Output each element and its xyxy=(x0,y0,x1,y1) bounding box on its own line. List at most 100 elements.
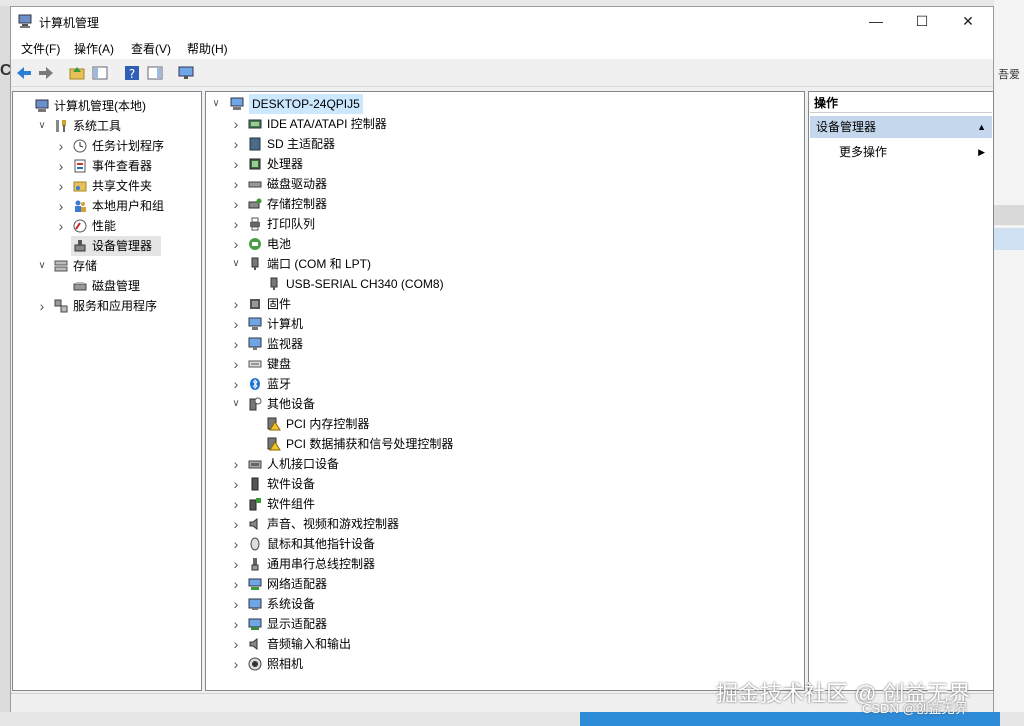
event-viewer-icon xyxy=(74,159,86,173)
menu-help[interactable]: 帮助(H) xyxy=(187,40,228,57)
device-item-row[interactable]: › 键盘 xyxy=(230,354,291,374)
tree-item-row[interactable]: › 共享文件夹 xyxy=(55,176,152,196)
minimize-button[interactable]: — xyxy=(853,7,899,35)
chevron-down-icon[interactable]: ∨ xyxy=(210,94,222,114)
chevron-right-icon[interactable]: › xyxy=(55,216,67,236)
collapse-triangle-icon[interactable]: ▲ xyxy=(977,116,986,138)
device-item-row[interactable]: › 系统设备 xyxy=(230,594,315,614)
chevron-right-icon[interactable]: › xyxy=(230,114,242,134)
tree-item-row[interactable]: › 性能 xyxy=(55,216,116,236)
chevron-right-icon[interactable]: › xyxy=(230,454,242,474)
back-arrow-icon[interactable] xyxy=(15,64,33,82)
device-item-row[interactable]: › 软件组件 xyxy=(230,494,315,514)
device-tree-pane[interactable]: ∨ DESKTOP-24QPIJ5 › IDE ATA/ATAPI 控制器 › SD … xyxy=(205,91,805,691)
device-item-row[interactable]: › SD 主适配器 xyxy=(230,134,335,154)
tree-item-row[interactable]: ∨ 存储 xyxy=(36,256,97,276)
device-item-row[interactable]: USB-SERIAL CH340 (COM8) xyxy=(249,274,444,294)
menu-file[interactable]: 文件(F) xyxy=(21,40,60,57)
chevron-right-icon[interactable]: › xyxy=(55,136,67,156)
device-item-row[interactable]: › 处理器 xyxy=(230,154,303,174)
chevron-right-icon[interactable]: › xyxy=(230,474,242,494)
menu-view[interactable]: 查看(V) xyxy=(131,40,171,57)
chevron-right-icon[interactable]: › xyxy=(230,574,242,594)
chevron-right-icon[interactable]: › xyxy=(230,374,242,394)
chevron-right-icon[interactable]: › xyxy=(230,614,242,634)
chevron-down-icon[interactable]: ∨ xyxy=(230,254,242,274)
device-item-row[interactable]: ∨ 端口 (COM 和 LPT) xyxy=(230,254,371,274)
close-button[interactable]: ✕ xyxy=(945,7,991,35)
chevron-right-icon[interactable]: › xyxy=(230,154,242,174)
chevron-right-icon[interactable]: › xyxy=(230,334,242,354)
chevron-right-icon[interactable]: › xyxy=(230,194,242,214)
tree-item-row[interactable]: 设备管理器 xyxy=(71,236,161,256)
chevron-right-icon[interactable]: › xyxy=(230,294,242,314)
chevron-right-icon[interactable]: › xyxy=(230,514,242,534)
device-root-label: DESKTOP-24QPIJ5 xyxy=(249,94,363,114)
printer-icon xyxy=(250,217,260,231)
device-item-row[interactable]: › 网络适配器 xyxy=(230,574,327,594)
device-item-row[interactable]: › 音频输入和输出 xyxy=(230,634,351,654)
title-bar[interactable]: 计算机管理 — ☐ ✕ xyxy=(11,7,993,35)
device-root-row[interactable]: ∨ DESKTOP-24QPIJ5 xyxy=(210,94,510,114)
device-item-row[interactable]: › 人机接口设备 xyxy=(230,454,339,474)
chevron-right-icon[interactable]: › xyxy=(230,174,242,194)
show-action-pane-icon[interactable] xyxy=(146,64,164,82)
chevron-right-icon[interactable]: › xyxy=(230,214,242,234)
tree-item-row[interactable]: › 服务和应用程序 xyxy=(36,296,157,316)
chevron-right-icon[interactable]: › xyxy=(230,134,242,154)
device-item-row[interactable]: › 计算机 xyxy=(230,314,303,334)
chevron-right-icon[interactable]: › xyxy=(55,196,67,216)
more-actions-item[interactable]: 更多操作 ▶ xyxy=(839,142,989,162)
chevron-down-icon[interactable]: ∨ xyxy=(36,256,48,276)
device-item-row[interactable]: PCI 内存控制器 xyxy=(249,414,369,434)
show-hide-console-tree-icon[interactable] xyxy=(91,64,109,82)
chevron-right-icon[interactable]: › xyxy=(36,296,48,316)
console-tree-pane[interactable]: 计算机管理(本地) ∨ 系统工具 › 任务计划程序 › 事件查看器 › 共享文件夹 › 本地用户和组… xyxy=(12,91,202,691)
tree-item-row[interactable]: 磁盘管理 xyxy=(55,276,140,296)
chevron-right-icon[interactable]: › xyxy=(230,314,242,334)
device-item-row[interactable]: › 软件设备 xyxy=(230,474,315,494)
device-item-row[interactable]: › 照相机 xyxy=(230,654,303,674)
chevron-right-icon[interactable]: › xyxy=(230,634,242,654)
menu-action[interactable]: 操作(A) xyxy=(74,40,114,57)
device-item-row[interactable]: › 存储控制器 xyxy=(230,194,327,214)
help-icon[interactable]: ? xyxy=(123,64,141,82)
device-item-row[interactable]: › 监视器 xyxy=(230,334,303,354)
forward-arrow-icon[interactable] xyxy=(37,64,55,82)
actions-section-device-manager[interactable]: 设备管理器 ▲ xyxy=(810,116,992,138)
maximize-button[interactable]: ☐ xyxy=(899,7,945,35)
device-item-label: 系统设备 xyxy=(267,597,316,611)
chevron-right-icon[interactable]: › xyxy=(55,156,67,176)
device-item-row[interactable]: › 固件 xyxy=(230,294,291,314)
up-folder-icon[interactable] xyxy=(68,64,86,82)
device-item-row[interactable]: PCI 数据捕获和信号处理控制器 xyxy=(249,434,453,454)
chevron-right-icon[interactable]: › xyxy=(230,234,242,254)
device-item-row[interactable]: › 磁盘驱动器 xyxy=(230,174,327,194)
device-item-label: 端口 (COM 和 LPT) xyxy=(267,257,371,271)
tree-item-row[interactable]: › 事件查看器 xyxy=(55,156,152,176)
chevron-right-icon[interactable]: › xyxy=(230,354,242,374)
device-item-row[interactable]: › 鼠标和其他指针设备 xyxy=(230,534,375,554)
device-item-row[interactable]: › 电池 xyxy=(230,234,291,254)
tree-item-row[interactable]: 计算机管理(本地) xyxy=(17,96,146,116)
device-item-row[interactable]: › 蓝牙 xyxy=(230,374,291,394)
monitor-icon[interactable] xyxy=(177,64,195,82)
chevron-down-icon[interactable]: ∨ xyxy=(230,394,242,414)
device-item-row[interactable]: › 通用串行总线控制器 xyxy=(230,554,375,574)
tree-item-row[interactable]: › 任务计划程序 xyxy=(55,136,164,156)
chevron-right-icon[interactable]: › xyxy=(55,176,67,196)
chevron-right-icon[interactable]: › xyxy=(230,654,242,674)
chevron-right-icon[interactable]: › xyxy=(230,494,242,514)
tree-item-row[interactable]: › 本地用户和组 xyxy=(55,196,164,216)
device-item-row[interactable]: › IDE ATA/ATAPI 控制器 xyxy=(230,114,387,134)
device-item-row[interactable]: › 打印队列 xyxy=(230,214,315,234)
tree-item-row[interactable]: ∨ 系统工具 xyxy=(36,116,121,136)
chevron-right-icon[interactable]: › xyxy=(230,594,242,614)
device-item-row[interactable]: › 声音、视频和游戏控制器 xyxy=(230,514,399,534)
chevron-right-icon[interactable]: › xyxy=(230,534,242,554)
chevron-down-icon[interactable]: ∨ xyxy=(36,116,48,136)
device-item-row[interactable]: ∨ 其他设备 xyxy=(230,394,315,414)
device-item-row[interactable]: › 显示适配器 xyxy=(230,614,327,634)
chevron-right-icon[interactable]: › xyxy=(230,554,242,574)
tree-item-label: 性能 xyxy=(92,219,117,233)
